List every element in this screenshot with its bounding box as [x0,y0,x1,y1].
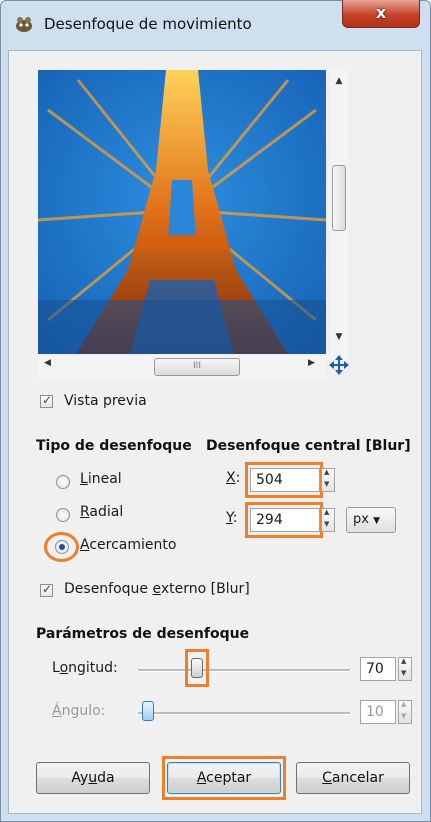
angle-slider-thumb[interactable] [142,701,154,721]
spin-up-icon: ▲ [401,657,407,665]
outer-blur-checkbox[interactable]: ✓ [40,582,53,597]
angle-spinner[interactable]: ▲ ▼ [398,700,412,724]
y-spinner[interactable]: ▲ ▼ [321,508,335,532]
angle-label: Ángulo: [52,703,106,719]
spin-up-icon: ▲ [401,700,407,708]
spin-down-icon: ▼ [401,712,407,720]
vertical-scroll-thumb[interactable] [332,165,346,231]
blur-center-title: Desenfoque central [Blur] [206,438,411,454]
preview-image[interactable] [38,70,326,354]
scroll-right-icon[interactable]: ▶ [308,358,315,368]
scroll-down-icon[interactable]: ▼ [330,332,348,342]
window-title: Desenfoque de movimiento [44,15,252,33]
blur-type-title: Tipo de desenfoque [36,438,192,454]
spin-up-icon: ▲ [324,508,330,516]
unit-select-value: px [353,512,369,527]
spin-down-icon: ▼ [324,480,330,488]
close-icon: x [375,3,387,22]
length-label: Longitud: [52,660,118,676]
preview-vertical-scrollbar[interactable]: ▲ ▼ [330,70,348,360]
scroll-up-icon[interactable]: ▲ [330,76,348,86]
unit-select[interactable]: px ▼ [346,507,396,533]
x-label: X: [226,470,241,486]
blur-params-title: Parámetros de desenfoque [36,626,250,642]
angle-input[interactable]: 10 [360,700,396,724]
length-slider-track[interactable] [138,669,350,672]
length-slider-thumb[interactable] [191,658,203,678]
ok-button[interactable]: Aceptar [167,762,281,794]
angle-slider-track[interactable] [138,712,350,715]
spin-down-icon: ▼ [401,669,407,677]
y-label: Y: [226,510,238,526]
length-input[interactable]: 70 [360,657,396,681]
spin-up-icon: ▲ [324,468,330,476]
radio-radial-label[interactable]: Radial [80,504,123,520]
radio-linear[interactable] [56,475,70,489]
close-button[interactable]: x [342,0,420,28]
help-button[interactable]: Ayuda [36,762,150,794]
radio-radial[interactable] [56,508,70,522]
spin-down-icon: ▼ [324,520,330,528]
x-input[interactable]: 504 [250,468,320,492]
preview-horizontal-scrollbar[interactable]: ◀ III ▶ [38,356,326,378]
chevron-down-icon: ▼ [373,516,381,526]
scroll-left-icon[interactable]: ◀ [44,358,51,368]
radio-zoom-label[interactable]: Acercamiento [80,537,176,553]
preview-checkbox-label[interactable]: Vista previa [64,393,147,409]
cancel-button[interactable]: Cancelar [296,762,410,794]
gimp-icon [16,17,32,32]
preview-checkbox[interactable]: ✓ [40,393,53,408]
radio-linear-label[interactable]: Lineal [80,471,122,487]
length-spinner[interactable]: ▲ ▼ [398,657,412,681]
x-spinner[interactable]: ▲ ▼ [321,468,335,492]
title-bar[interactable]: Desenfoque de movimiento x [0,0,431,50]
check-icon: ✓ [42,393,53,407]
radio-selected-dot [59,544,65,550]
radio-zoom[interactable] [55,540,69,554]
horizontal-scroll-thumb[interactable]: III [154,358,240,376]
outer-blur-label[interactable]: Desenfoque externo [Blur] [64,581,250,597]
check-icon: ✓ [42,582,53,596]
y-input[interactable]: 294 [250,508,320,532]
navigate-move-icon[interactable] [328,354,350,376]
